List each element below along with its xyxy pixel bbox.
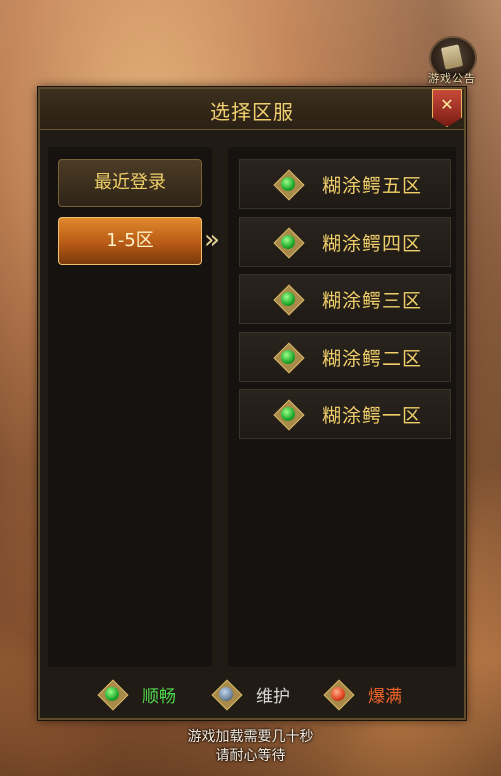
server-group-panel: 最近登录 1-5区 » bbox=[48, 147, 220, 667]
server-select-dialog: 选择区服 ✕ 最近登录 1-5区 » 糊涂鳄五区 糊涂鳄四区 糊涂鳄三区 糊涂鳄… bbox=[38, 87, 466, 720]
server-name: 糊涂鳄三区 bbox=[322, 290, 423, 312]
server-name: 糊涂鳄二区 bbox=[322, 348, 423, 370]
loading-line-2: 请耐心等待 bbox=[215, 748, 286, 764]
dialog-titlebar: 选择区服 bbox=[40, 89, 464, 130]
status-legend: 顺畅 维护 爆满 bbox=[40, 679, 464, 709]
status-smooth-icon bbox=[278, 174, 298, 194]
server-name: 糊涂鳄一区 bbox=[322, 405, 423, 427]
legend-label: 维护 bbox=[256, 687, 290, 707]
tab-zone-1-5[interactable]: 1-5区 bbox=[58, 217, 202, 265]
server-row-3[interactable]: 糊涂鳄三区 bbox=[239, 274, 451, 324]
status-smooth-icon bbox=[102, 684, 122, 704]
server-name: 糊涂鳄四区 bbox=[322, 233, 423, 255]
legend-label: 顺畅 bbox=[142, 687, 176, 707]
legend-label: 爆满 bbox=[368, 687, 402, 707]
tab-recent-login[interactable]: 最近登录 bbox=[58, 159, 202, 207]
game-notice-button[interactable]: 游戏公告 bbox=[423, 36, 481, 90]
server-row-2[interactable]: 糊涂鳄二区 bbox=[239, 332, 451, 382]
dialog-title: 选择区服 bbox=[210, 100, 294, 124]
loading-line-1: 游戏加载需要几十秒 bbox=[187, 729, 314, 745]
status-full-icon bbox=[328, 684, 348, 704]
server-row-1[interactable]: 糊涂鳄一区 bbox=[239, 389, 451, 439]
status-smooth-icon bbox=[278, 404, 298, 424]
server-row-5[interactable]: 糊涂鳄五区 bbox=[239, 159, 451, 209]
loading-hint: 游戏加载需要几十秒 请耐心等待 bbox=[0, 728, 501, 766]
status-smooth-icon bbox=[278, 347, 298, 367]
game-notice-label: 游戏公告 bbox=[428, 72, 476, 85]
server-name: 糊涂鳄五区 bbox=[322, 175, 423, 197]
server-list-panel: 糊涂鳄五区 糊涂鳄四区 糊涂鳄三区 糊涂鳄二区 糊涂鳄一区 bbox=[228, 147, 456, 667]
status-smooth-icon bbox=[278, 289, 298, 309]
status-maintenance-icon bbox=[216, 684, 236, 704]
status-smooth-icon bbox=[278, 232, 298, 252]
server-row-4[interactable]: 糊涂鳄四区 bbox=[239, 217, 451, 267]
close-icon: ✕ bbox=[440, 95, 454, 114]
